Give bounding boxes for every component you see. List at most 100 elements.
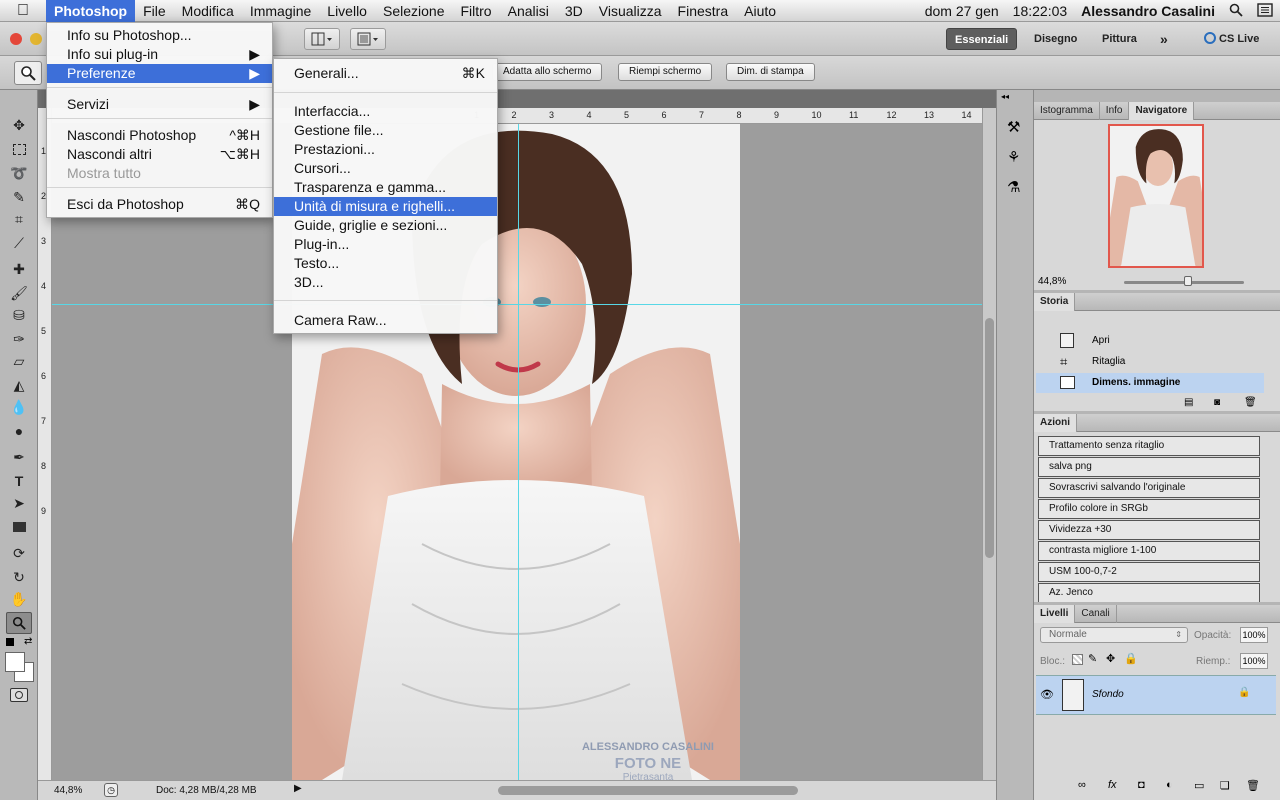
vertical-scroll-thumb[interactable]	[985, 318, 994, 558]
history-brush-tool-icon[interactable]: ✑	[6, 328, 32, 350]
pref-camera-raw[interactable]: Camera Raw...	[274, 311, 497, 330]
window-minimize-button[interactable]	[30, 33, 42, 45]
canvas-area[interactable]: ALESSANDRO CASALINI FOTO NE Pietrasanta	[52, 124, 982, 780]
healing-brush-tool-icon[interactable]: ✚	[6, 258, 32, 280]
tab-navigatore[interactable]: Navigatore	[1129, 102, 1195, 120]
lock-all-icon[interactable]: 🔒	[1124, 652, 1138, 665]
lock-position-icon[interactable]: ✥	[1106, 652, 1115, 665]
foreground-color-swatch[interactable]	[5, 652, 25, 672]
menu-item-about[interactable]: Info su Photoshop...	[47, 26, 272, 45]
menu-livello[interactable]: Livello	[319, 0, 375, 22]
zoom-tool-icon[interactable]	[6, 612, 32, 634]
vertical-scrollbar[interactable]	[982, 108, 996, 780]
menu-file[interactable]: File	[135, 0, 174, 22]
menu-photoshop[interactable]: Photoshop	[46, 0, 136, 22]
screen-mode-button[interactable]	[350, 28, 386, 50]
menu-filtro[interactable]: Filtro	[452, 0, 499, 22]
notification-list-icon[interactable]	[1250, 2, 1280, 20]
menu-visualizza[interactable]: Visualizza	[591, 0, 670, 22]
crop-tool-icon[interactable]: ⌗	[6, 208, 32, 230]
lasso-tool-icon[interactable]: ➰	[6, 162, 32, 184]
type-tool-icon[interactable]: T	[6, 470, 32, 492]
tab-canali[interactable]: Canali	[1075, 605, 1117, 623]
fill-screen-button[interactable]: Riempi schermo	[618, 63, 713, 81]
pref-guide-griglie[interactable]: Guide, griglie e sezioni...	[274, 216, 497, 235]
history-trash-icon[interactable]: 🗑	[1244, 397, 1257, 408]
blend-mode-select[interactable]: Normale ⇕	[1040, 627, 1188, 643]
pen-tool-icon[interactable]: ✒	[6, 446, 32, 468]
pref-3d[interactable]: 3D...	[274, 273, 497, 292]
menu-aiuto[interactable]: Aiuto	[736, 0, 784, 22]
workspace-more-button[interactable]: »	[1152, 28, 1176, 50]
tab-info[interactable]: Info	[1100, 102, 1130, 120]
lock-transparent-icon[interactable]	[1072, 654, 1083, 665]
history-snapshot-icon[interactable]: ◙	[1214, 397, 1220, 408]
quick-mask-icon[interactable]	[10, 688, 28, 702]
window-close-button[interactable]	[10, 33, 22, 45]
layer-visibility-eye-icon[interactable]: 👁	[1040, 688, 1054, 701]
workspace-pittura[interactable]: Pittura	[1094, 28, 1145, 50]
lock-pixels-icon[interactable]: ✎	[1088, 652, 1097, 665]
paint-bucket-tool-icon[interactable]: ◭	[6, 374, 32, 396]
pref-unita-righelli[interactable]: Unità di misura e righelli...	[274, 197, 497, 216]
pref-gestione-file[interactable]: Gestione file...	[274, 121, 497, 140]
pref-trasparenza[interactable]: Trasparenza e gamma...	[274, 178, 497, 197]
history-item[interactable]: ⌗ Ritaglia	[1036, 352, 1264, 372]
action-item[interactable]: salva png	[1038, 457, 1260, 477]
clone-source-icon[interactable]: ⚘	[1007, 148, 1020, 166]
menu-item-quit[interactable]: Esci da Photoshop ⌘Q	[47, 195, 272, 214]
adjustment-icon[interactable]: ◐	[1166, 779, 1173, 791]
3d-orbit-tool-icon[interactable]: ↻	[6, 566, 32, 588]
pref-testo[interactable]: Testo...	[274, 254, 497, 273]
trash-icon[interactable]: 🗑	[1246, 779, 1260, 792]
pref-cursori[interactable]: Cursori...	[274, 159, 497, 178]
pref-prestazioni[interactable]: Prestazioni...	[274, 140, 497, 159]
clone-stamp-tool-icon[interactable]: ⛁	[6, 304, 32, 326]
tab-istogramma[interactable]: Istogramma	[1034, 102, 1100, 120]
brush-tool-icon[interactable]: 🖌	[6, 282, 32, 304]
guide-vertical[interactable]	[518, 124, 519, 780]
hand-tool-icon[interactable]: ✋	[6, 588, 32, 610]
pref-generali[interactable]: Generali... ⌘K	[274, 64, 497, 83]
menu-item-hide-photoshop[interactable]: Nascondi Photoshop ^⌘H	[47, 126, 272, 145]
action-item[interactable]: Vividezza +30	[1038, 520, 1260, 540]
mask-icon[interactable]: ◘	[1138, 779, 1145, 791]
move-tool-icon[interactable]: ✥	[6, 114, 32, 136]
menu-item-plugins-info[interactable]: Info sui plug-in ▶	[47, 45, 272, 64]
apple-icon[interactable]: 	[0, 2, 46, 20]
print-size-button[interactable]: Dim. di stampa	[726, 63, 815, 81]
menu-selezione[interactable]: Selezione	[375, 0, 453, 22]
dock-collapse-icon[interactable]: ◂◂	[1001, 92, 1009, 101]
guide-horizontal[interactable]	[52, 304, 982, 305]
path-selection-tool-icon[interactable]: ➤	[6, 492, 32, 514]
tool-presets-icon[interactable]: ⚗	[1007, 178, 1020, 196]
quick-selection-tool-icon[interactable]: ✎	[6, 186, 32, 208]
blur-tool-icon[interactable]: 💧	[6, 396, 32, 418]
history-item[interactable]: Apri	[1036, 331, 1264, 351]
dodge-tool-icon[interactable]: ●	[6, 420, 32, 442]
navigator-thumbnail[interactable]	[1108, 124, 1204, 268]
menu-analisi[interactable]: Analisi	[500, 0, 557, 22]
menu-3d[interactable]: 3D	[557, 0, 591, 22]
action-item[interactable]: USM 100-0,7-2	[1038, 562, 1260, 582]
navigator-zoom-slider-thumb[interactable]	[1184, 276, 1192, 286]
menubar-time[interactable]: 18:22:03	[1006, 3, 1075, 19]
history-new-document-icon[interactable]: ▤	[1184, 397, 1193, 408]
navigator-zoom[interactable]: 44,8%	[1038, 276, 1066, 287]
link-icon[interactable]: ∞	[1078, 779, 1086, 791]
fit-screen-button[interactable]: Adatta allo schermo	[492, 63, 603, 81]
zoom-tool-preset-button[interactable]	[14, 61, 42, 85]
workspace-essenziali[interactable]: Essenziali	[946, 28, 1018, 50]
menu-immagine[interactable]: Immagine	[242, 0, 319, 22]
menubar-user[interactable]: Alessandro Casalini	[1074, 3, 1222, 19]
tab-storia[interactable]: Storia	[1034, 293, 1076, 311]
tab-azioni[interactable]: Azioni	[1034, 414, 1077, 432]
history-item-selected[interactable]: Dimens. immagine	[1036, 373, 1264, 393]
menu-item-preferences[interactable]: Preferenze ▶	[47, 64, 272, 83]
status-menu-arrow-icon[interactable]: ▶	[294, 783, 302, 794]
pref-plug-in[interactable]: Plug-in...	[274, 235, 497, 254]
opacity-field[interactable]: 100%	[1240, 627, 1268, 643]
arrange-documents-button[interactable]	[304, 28, 340, 50]
status-info-icon[interactable]: ◷	[104, 783, 118, 797]
fx-icon[interactable]: fx	[1108, 779, 1117, 791]
